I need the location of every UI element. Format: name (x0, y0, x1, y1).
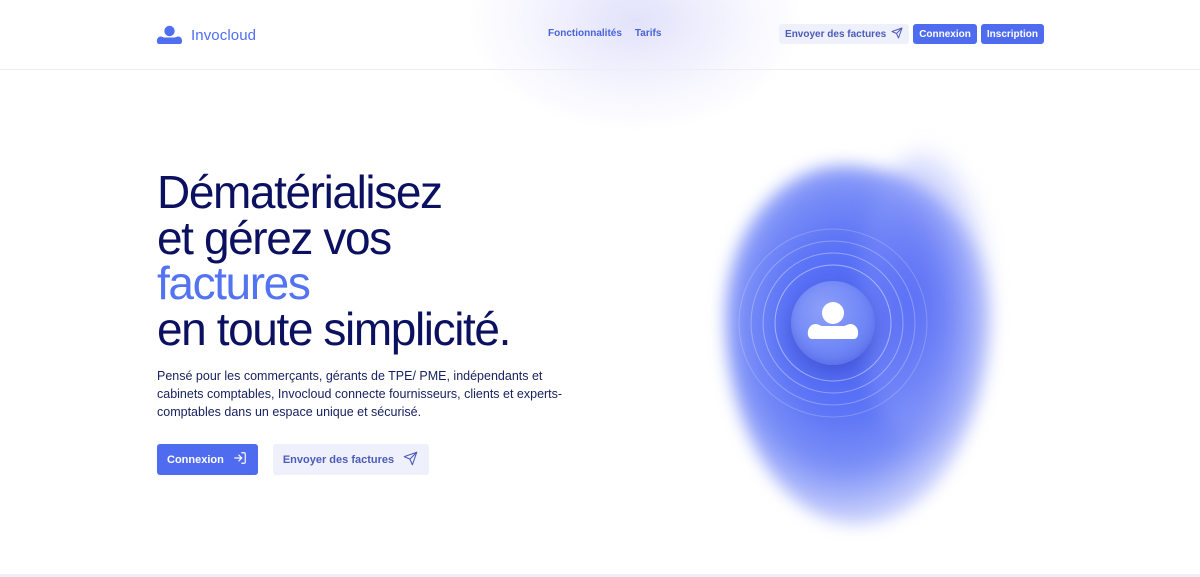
send-invoices-button-header[interactable]: Envoyer des factures (779, 24, 910, 44)
send-invoices-button[interactable]: Envoyer des factures (272, 444, 430, 475)
site-header: Invocloud Fonctionnalités Tarifs Envoyer… (0, 0, 1200, 70)
main-nav: Fonctionnalités Tarifs (548, 28, 661, 39)
hero-title-line-1: Dématérialisez (157, 166, 443, 218)
cloud-user-icon (156, 25, 183, 45)
nav-item-fonctionnalites[interactable]: Fonctionnalités (548, 28, 622, 39)
header-actions: Envoyer des factures Connexion Inscripti… (779, 24, 1044, 44)
paper-plane-icon (403, 451, 418, 469)
paper-plane-icon (891, 27, 903, 42)
send-invoices-label: Envoyer des factures (785, 28, 887, 40)
hero-title: Dématérialisez et gérez vos factures en … (157, 166, 511, 355)
hero-buttons: Connexion Envoyer des factures (157, 444, 430, 475)
send-invoices-button-label: Envoyer des factures (282, 453, 395, 466)
nav-item-tarifs[interactable]: Tarifs (635, 28, 662, 39)
hero-illustration (700, 150, 1020, 550)
cloud-user-icon (805, 299, 861, 348)
login-button-header[interactable]: Connexion (913, 24, 977, 44)
hero-title-accent: factures (157, 257, 311, 309)
signup-label: Inscription (986, 28, 1038, 40)
login-button-label: Connexion (167, 453, 224, 466)
login-button[interactable]: Connexion (157, 444, 258, 475)
brand-logo[interactable]: Invocloud (156, 25, 256, 45)
hero-title-line-2: et gérez vos (157, 211, 392, 264)
login-label: Connexion (919, 28, 971, 40)
cloud-badge (791, 281, 875, 365)
brand-name: Invocloud (191, 26, 257, 44)
hero-title-line-4: en toute simplicité. (157, 302, 511, 355)
signup-button-header[interactable]: Inscription (980, 24, 1044, 44)
hero-description: Pensé pour les commerçants, gérants de T… (157, 369, 563, 419)
login-arrow-icon (233, 451, 247, 468)
